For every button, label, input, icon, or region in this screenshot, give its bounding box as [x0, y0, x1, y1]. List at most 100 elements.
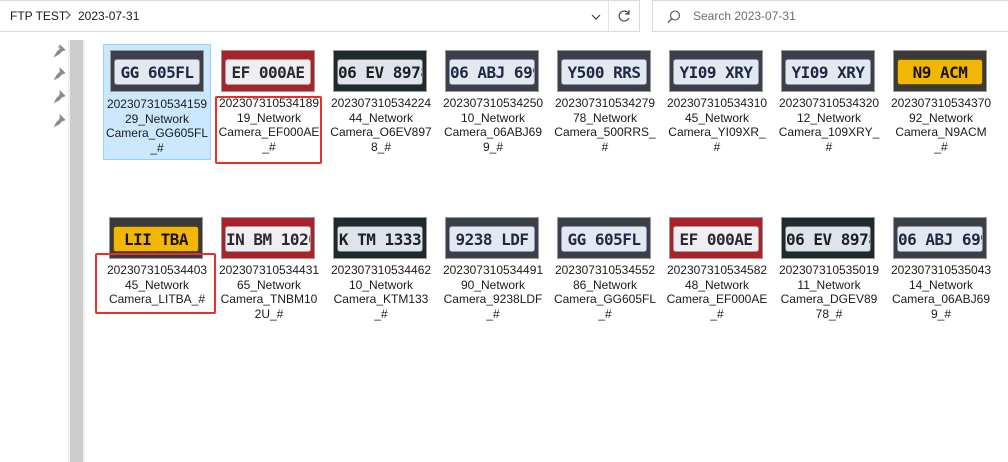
file-name-line: Camera_GG605FL — [105, 126, 209, 140]
file-thumbnail: GG 605FL — [110, 50, 204, 92]
file-item[interactable]: 06 ABJ 699 202307310534250 10_Network Camer… — [439, 44, 547, 156]
file-name-line: _# — [486, 306, 500, 321]
file-item[interactable]: K TM 1333 202307310534462 10_Network Camera… — [327, 211, 435, 323]
file-thumbnail: YI09 XRY — [781, 50, 875, 92]
file-name-line: Camera_9238LDF — [443, 292, 543, 306]
file-name: 202307310534431 65_Network Camera_TNBM10 2U… — [215, 263, 323, 321]
navigation-scrollbar[interactable] — [68, 40, 85, 462]
file-item[interactable]: 06 EV 8978 202307310535019 11_Network Camer… — [775, 211, 883, 323]
file-item[interactable]: YI09 XRY 202307310534310 45_Network Camera_… — [663, 44, 771, 156]
chevron-right-icon[interactable] — [63, 7, 73, 23]
file-name-line: 2U_# — [254, 306, 284, 321]
file-thumbnail: 06 ABJ 699 — [445, 50, 539, 92]
file-name-line: 45_Network — [684, 110, 750, 125]
license-plate-image: GG 605FL — [114, 59, 200, 85]
file-item[interactable]: Y500 RRS 202307310534279 78_Network Camera_… — [551, 44, 659, 156]
license-plate-image: 9238 LDF — [449, 226, 535, 252]
file-item[interactable]: N9 ACM 202307310534370 92_Network Camera_N9… — [887, 44, 995, 156]
file-name-line: 202307310534279 — [554, 96, 656, 110]
file-name-line: 11_Network — [797, 277, 861, 292]
file-name-line: 78_# — [815, 306, 843, 321]
file-name-line: Camera_YI09XR_ — [668, 125, 766, 139]
file-name-line: Camera_109XRY_ — [778, 125, 880, 139]
file-name-line: 65_Network — [236, 277, 302, 292]
pin-icon[interactable] — [53, 67, 67, 81]
pin-icon[interactable] — [53, 114, 67, 128]
file-thumbnail: N9 ACM — [893, 50, 987, 92]
file-name-line: Camera_06ABJ69 — [443, 125, 543, 139]
file-name: 202307310534491 90_Network Camera_9238LDF _… — [439, 263, 547, 321]
scrollbar-thumb[interactable] — [70, 40, 83, 462]
license-plate-image: YI09 XRY — [785, 59, 871, 85]
file-name-line: 202307310534159 — [106, 97, 208, 111]
license-plate-image: N9 ACM — [897, 59, 983, 85]
file-name-line: 10_Network — [460, 110, 526, 125]
file-name-line: 10_Network — [348, 277, 414, 292]
license-plate-image: 06 ABJ 699 — [897, 226, 983, 252]
highlight-box — [95, 253, 216, 314]
pin-icon[interactable] — [53, 44, 67, 58]
file-item[interactable]: GG 605FL 202307310534552 86_Network Camera_… — [551, 211, 659, 323]
file-name-line: # — [825, 139, 833, 154]
file-name-line: 202307310534491 — [442, 263, 544, 277]
file-name-line: 86_Network — [572, 277, 638, 292]
breadcrumb-root[interactable]: FTP TEST — [10, 9, 66, 23]
file-name-line: 78_Network — [572, 110, 638, 125]
file-item[interactable]: 9238 LDF 202307310534491 90_Network Camera_… — [439, 211, 547, 323]
file-name-line: 202307310534370 — [890, 96, 992, 110]
file-name-line: 202307310534310 — [666, 96, 768, 110]
file-name-line: 8_# — [370, 139, 392, 154]
search-box[interactable]: Search 2023-07-31 — [652, 0, 1008, 32]
file-name-line: Camera_DGEV89 — [780, 292, 878, 306]
file-item[interactable]: 06 ABJ 699 202307310535043 14_Network Camer… — [887, 211, 995, 323]
file-name-line: 29_Network — [124, 111, 190, 126]
file-thumbnail: GG 605FL — [557, 217, 651, 259]
file-name: 202307310534250 10_Network Camera_06ABJ69 9… — [439, 96, 547, 154]
license-plate-image: K TM 1333 — [337, 226, 423, 252]
file-name: 202307310534370 92_Network Camera_N9ACM _# — [887, 96, 995, 154]
file-name-line: 202307310534320 — [778, 96, 880, 110]
file-item[interactable]: EF 000AE 202307310534582 48_Network Camera_… — [663, 211, 771, 323]
address-bar[interactable]: FTP TEST 2023-07-31 — [0, 0, 640, 32]
file-name-line: Camera_O6EV897 — [330, 125, 432, 139]
file-name-line: Camera_KTM133 — [333, 292, 429, 306]
file-name-line: 202307310534552 — [554, 263, 656, 277]
file-item[interactable]: YI09 XRY 202307310534320 12_Network Camera_… — [775, 44, 883, 156]
chevron-down-icon[interactable] — [586, 7, 606, 27]
file-name-line: 202307310534431 — [218, 263, 320, 277]
license-plate-image: 06 EV 8978 — [337, 59, 423, 85]
file-name-line: 202307310534250 — [442, 96, 544, 110]
license-plate-image: IN BM 1020 — [225, 226, 311, 252]
file-item[interactable]: 06 EV 8978 202307310534224 44_Network Camer… — [327, 44, 435, 156]
file-thumbnail: IN BM 1020 — [221, 217, 315, 259]
license-plate-image: LII TBA — [113, 226, 199, 252]
file-name-line: Camera_TNBM10 — [220, 292, 318, 306]
file-name-line: 12_Network — [796, 110, 862, 125]
file-name-line: 202307310535043 — [890, 263, 992, 277]
file-name-line: _# — [374, 306, 388, 321]
breadcrumb-current[interactable]: 2023-07-31 — [78, 9, 139, 23]
file-name: 202307310534279 78_Network Camera_500RRS_ # — [551, 96, 659, 154]
search-input[interactable]: Search 2023-07-31 — [693, 9, 796, 23]
file-name-line: 9_# — [482, 139, 504, 154]
license-plate-image: Y500 RRS — [561, 59, 647, 85]
license-plate-image: 06 EV 8978 — [785, 226, 871, 252]
file-name-line: 202307310535019 — [778, 263, 880, 277]
file-thumbnail: EF 000AE — [669, 217, 763, 259]
file-name-line: _# — [598, 306, 612, 321]
file-thumbnail: Y500 RRS — [557, 50, 651, 92]
file-thumbnail: EF 000AE — [221, 50, 315, 92]
license-plate-image: GG 605FL — [561, 226, 647, 252]
file-name-line: _# — [150, 140, 164, 155]
file-item[interactable]: IN BM 1020 202307310534431 65_Network Camer… — [215, 211, 323, 323]
pin-icon[interactable] — [53, 90, 67, 104]
file-name-line: _# — [934, 139, 948, 154]
license-plate-image: EF 000AE — [225, 59, 311, 85]
refresh-button[interactable] — [608, 1, 638, 31]
file-name-line: # — [601, 139, 609, 154]
file-thumbnail: 06 ABJ 699 — [893, 217, 987, 259]
file-name-line: 9_# — [930, 306, 952, 321]
license-plate-image: EF 000AE — [673, 226, 759, 252]
file-name-line: 14_Network — [908, 277, 974, 292]
file-item[interactable]: GG 605FL 202307310534159 29_Network Camera_… — [103, 44, 211, 160]
